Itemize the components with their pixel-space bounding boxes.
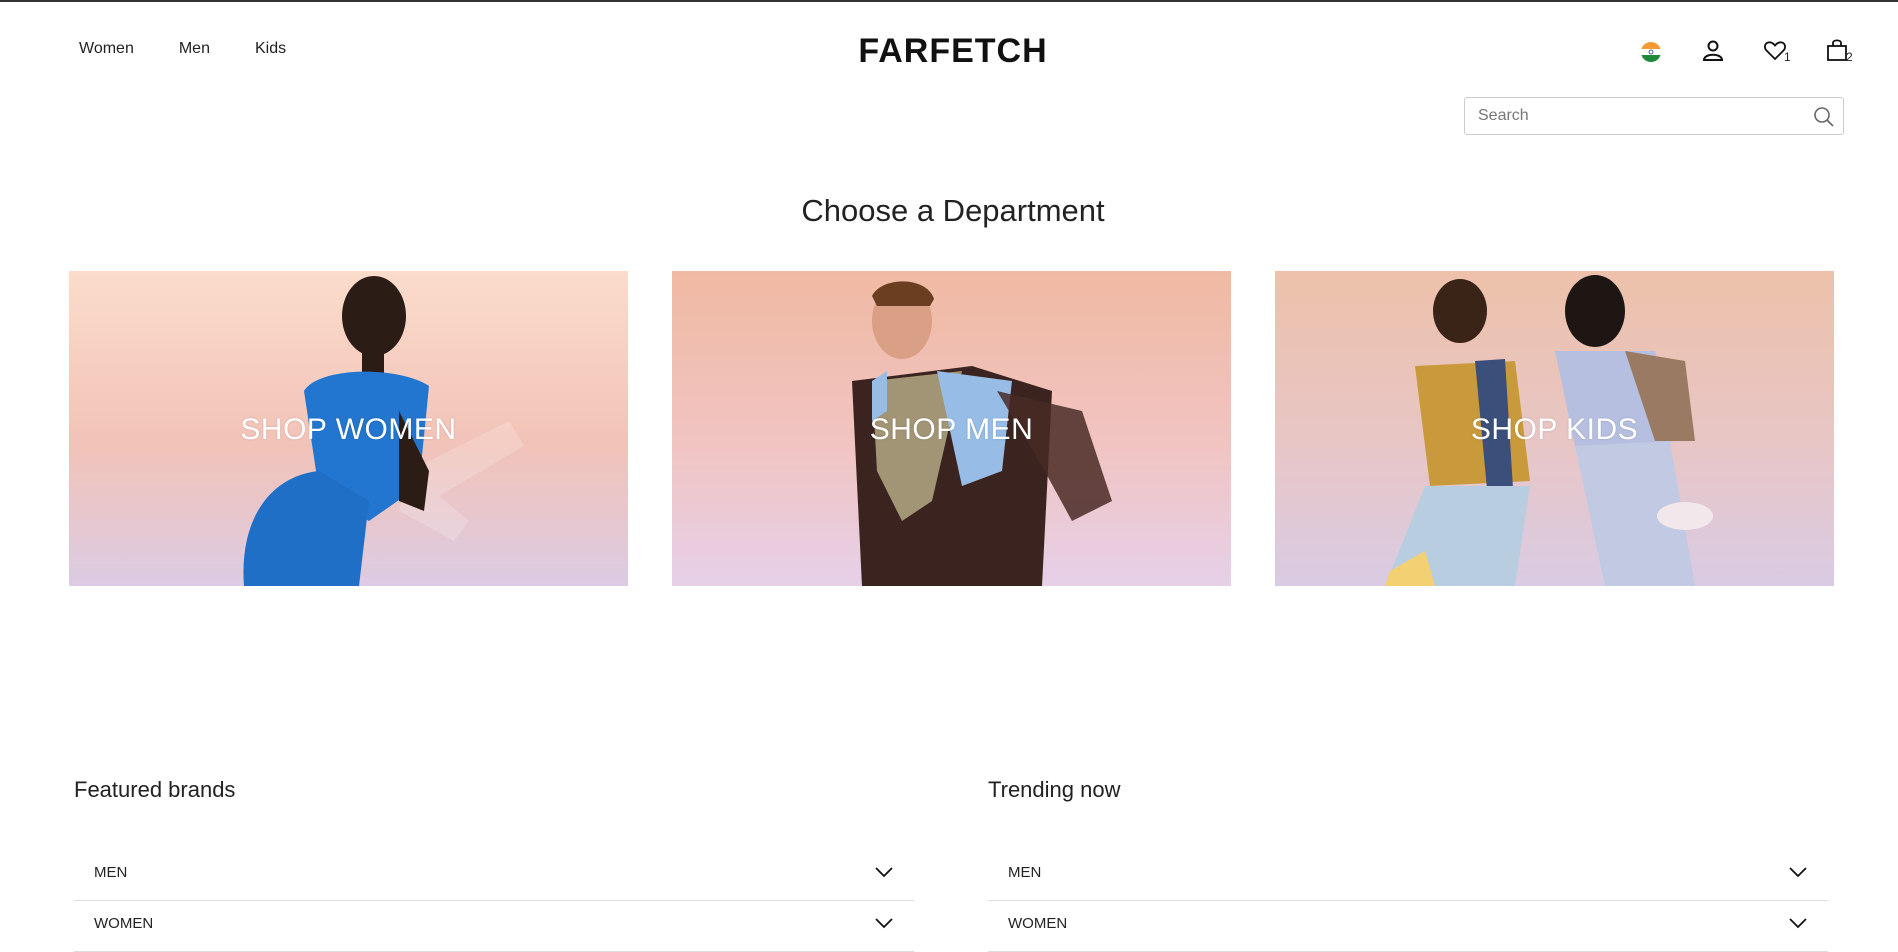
shop-women-card[interactable]: SHOP WOMEN	[69, 271, 628, 586]
search-box	[1464, 97, 1844, 135]
chevron-down-icon	[875, 867, 893, 878]
account-button[interactable]	[1682, 38, 1744, 66]
page-title: Choose a Department	[801, 193, 1105, 228]
featured-brands-men-row[interactable]: MEN	[74, 850, 914, 901]
header-icons: 1 2	[1620, 38, 1868, 66]
india-flag-icon	[1641, 42, 1661, 62]
shopping-bag-icon	[1827, 39, 1847, 61]
shop-kids-label: SHOP KIDS	[1470, 413, 1639, 446]
shop-women-label: SHOP WOMEN	[240, 413, 457, 446]
shop-men-card[interactable]: SHOP MEN	[672, 271, 1231, 586]
chevron-down-icon	[875, 918, 893, 929]
bag-button[interactable]: 2	[1806, 38, 1868, 66]
country-selector[interactable]	[1620, 38, 1682, 66]
shop-men-label: SHOP MEN	[869, 413, 1034, 446]
accordion-label: MEN	[94, 864, 128, 881]
search-input[interactable]	[1465, 98, 1808, 134]
featured-brands-accordion: MEN WOMEN	[74, 850, 914, 952]
wishlist-button[interactable]: 1	[1744, 38, 1806, 66]
trending-now-accordion: MEN WOMEN	[988, 850, 1828, 952]
shop-kids-card[interactable]: SHOP KIDS	[1275, 271, 1834, 586]
featured-brands-women-row[interactable]: WOMEN	[74, 901, 914, 952]
trending-now-men-row[interactable]: MEN	[988, 850, 1828, 901]
accordion-label: WOMEN	[94, 915, 154, 932]
farfetch-logo[interactable]: FARFETCH	[0, 32, 1898, 71]
wishlist-count: 1	[1784, 50, 1791, 64]
chevron-down-icon	[1789, 867, 1807, 878]
trending-now-title: Trending now	[988, 777, 1121, 802]
user-icon	[1702, 40, 1724, 61]
trending-now-women-row[interactable]: WOMEN	[988, 901, 1828, 952]
accordion-label: WOMEN	[1008, 915, 1068, 932]
search-icon[interactable]	[1813, 106, 1835, 128]
featured-brands-title: Featured brands	[74, 777, 236, 802]
chevron-down-icon	[1789, 918, 1807, 929]
bag-count: 2	[1846, 50, 1853, 64]
department-grid: SHOP WOMEN SHOP MEN SHOP KIDS	[69, 271, 1834, 586]
accordion-label: MEN	[1008, 864, 1042, 881]
